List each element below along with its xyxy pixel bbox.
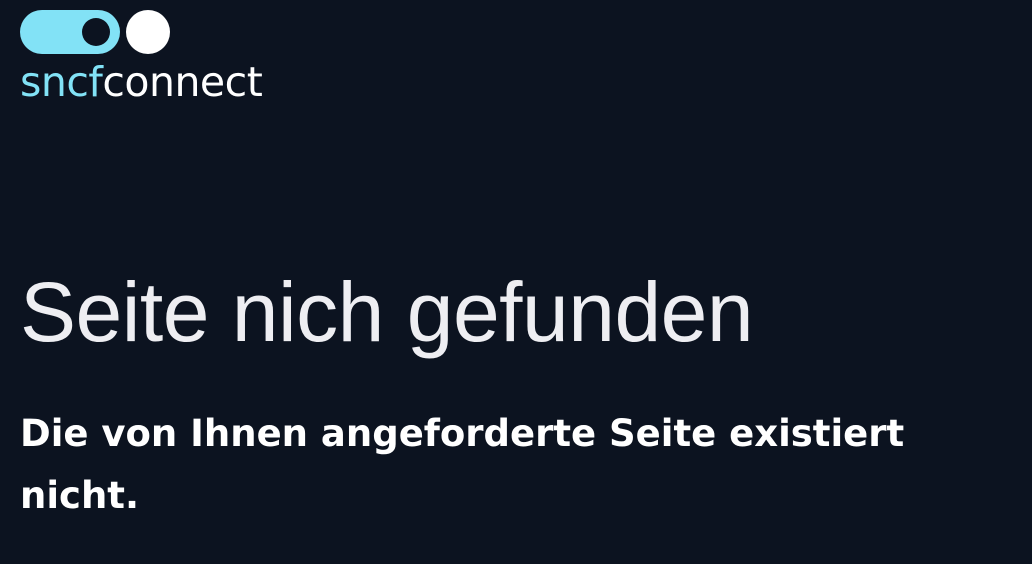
logo-wordmark: sncfconnect: [20, 57, 263, 107]
logo-text-connect: connect: [102, 58, 263, 106]
logo-text-sncf: sncf: [20, 58, 103, 106]
sncf-connect-logo[interactable]: sncfconnect: [20, 8, 320, 108]
error-message: Die von Ihnen angeforderte Seite existie…: [20, 412, 905, 517]
page-title: Seite nich gefunden: [20, 265, 754, 359]
toggle-logo-icon: [20, 10, 170, 54]
